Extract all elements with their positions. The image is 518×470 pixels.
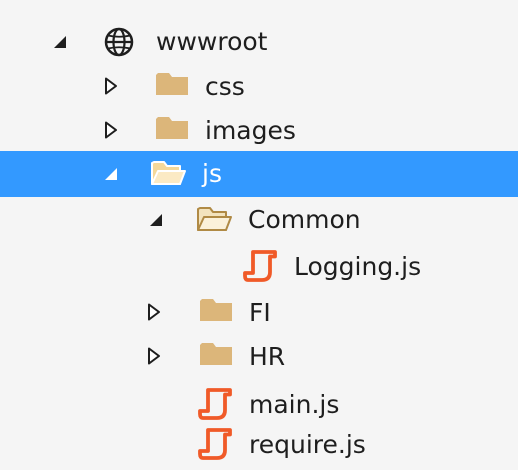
javascript-file-icon [198,427,234,461]
folder-icon [199,297,233,323]
collapsed-arrow-icon[interactable] [104,121,122,139]
folder-open-icon [150,158,186,188]
collapsed-arrow-icon[interactable] [147,303,165,321]
globe-icon [103,26,135,58]
tree-node-label: require.js [249,430,366,459]
tree-node-require-js[interactable]: require.js [0,422,518,468]
expanded-arrow-icon[interactable] [103,166,121,184]
tree-node-label: Logging.js [294,252,422,281]
tree-node-label: css [205,72,245,101]
tree-node-hr[interactable]: HR [0,333,518,379]
tree-node-label: images [205,116,296,145]
folder-icon [155,71,189,97]
javascript-file-icon [198,387,234,421]
tree-node-logging-js[interactable]: Logging.js [0,244,518,290]
tree-node-js[interactable]: js [0,151,518,197]
tree-node-fi[interactable]: FI [0,289,518,335]
folder-open-icon [196,204,232,234]
tree-node-label: Common [248,205,361,234]
tree-node-images[interactable]: images [0,107,518,153]
expanded-arrow-icon[interactable] [148,212,166,230]
tree-node-label: FI [249,298,271,327]
tree-node-common[interactable]: Common [0,197,518,243]
solution-explorer-tree: wwwroot css images js Common Logging.js … [0,0,518,470]
folder-icon [155,115,189,141]
tree-node-label: js [202,159,222,188]
folder-icon [199,341,233,367]
expanded-arrow-icon[interactable] [52,34,70,52]
collapsed-arrow-icon[interactable] [104,77,122,95]
tree-node-label: wwwroot [156,27,268,56]
tree-node-label: HR [249,342,286,371]
tree-node-label: main.js [249,390,340,419]
tree-node-wwwroot[interactable]: wwwroot [0,19,518,65]
tree-node-css[interactable]: css [0,63,518,109]
collapsed-arrow-icon[interactable] [147,347,165,365]
javascript-file-icon [243,249,279,283]
